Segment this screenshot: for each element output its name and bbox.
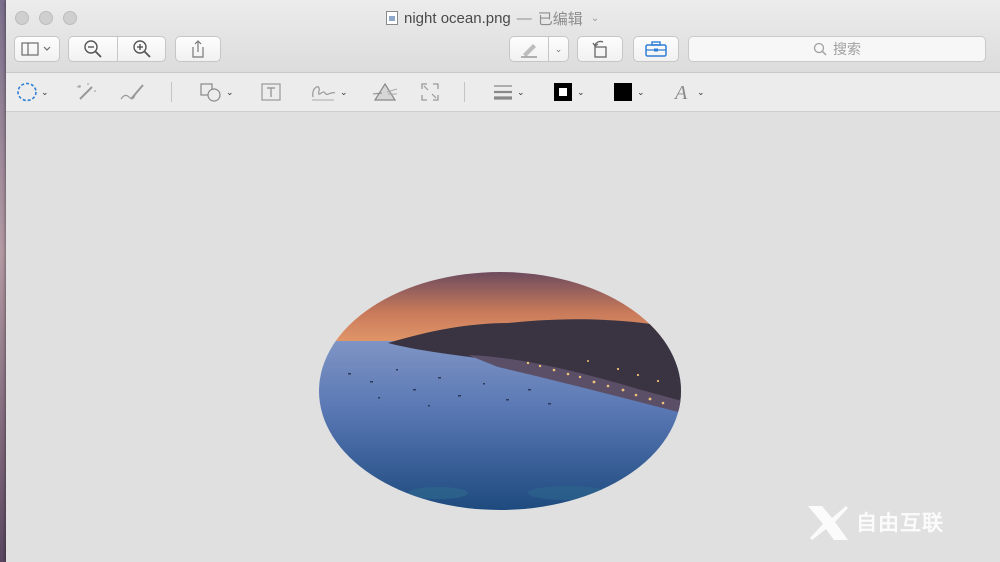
font-icon: A [673, 82, 688, 103]
zoom-in-icon [132, 40, 151, 58]
prism-icon [372, 82, 398, 101]
chevron-down-icon: ⌄ [637, 86, 645, 97]
fill-color-icon [614, 83, 632, 101]
highlight-menu-button[interactable]: ⌄ [549, 36, 569, 62]
zoom-in-button[interactable] [118, 36, 166, 62]
zoom-out-button[interactable] [68, 36, 118, 62]
instant-alpha-tool[interactable] [74, 81, 98, 103]
file-name: night ocean.png [404, 9, 511, 27]
window-title[interactable]: night ocean.png — 已编辑 ⌄ [386, 8, 599, 28]
sidebar-icon [21, 42, 51, 56]
toolbar-divider [464, 82, 465, 102]
watermark-logo-icon [808, 506, 848, 540]
chevron-down-icon: ⌄ [697, 86, 705, 97]
preview-window: night ocean.png — 已编辑 ⌄ ⌄ 搜索 ⌄ ⌄ ⌄ ⌄ ⌄ ⌄… [6, 0, 1000, 562]
search-field[interactable]: 搜索 [688, 36, 986, 62]
sketch-pen-icon [120, 84, 144, 100]
adjust-size-tool[interactable] [419, 81, 441, 103]
shapes-icon [200, 83, 221, 102]
chevron-down-icon: ⌄ [340, 86, 348, 97]
signature-icon [312, 86, 336, 101]
toolbox-icon [645, 41, 667, 57]
zoom-button[interactable] [63, 11, 77, 25]
document-canvas[interactable] [6, 112, 1000, 562]
svg-text:A: A [673, 82, 688, 103]
share-button[interactable] [175, 36, 221, 62]
border-color-icon [554, 83, 572, 101]
shapes-tool[interactable]: ⌄ [199, 81, 234, 103]
night-ocean-image[interactable] [318, 271, 682, 511]
zoom-out-icon [84, 40, 102, 58]
rotate-button[interactable] [577, 36, 623, 62]
chevron-down-icon: ⌄ [554, 43, 563, 54]
selection-tool[interactable]: ⌄ [16, 81, 49, 103]
title-separator: — [516, 9, 532, 27]
search-placeholder: 搜索 [833, 41, 861, 57]
chevron-down-icon: ⌄ [517, 86, 525, 97]
elliptical-selection-icon [17, 82, 37, 102]
border-color-tool[interactable]: ⌄ [552, 81, 585, 103]
text-tool[interactable] [259, 81, 283, 103]
markup-toolbar-button[interactable] [633, 36, 679, 62]
fill-color-tool[interactable]: ⌄ [612, 81, 645, 103]
search-icon [813, 42, 827, 56]
chevron-down-icon: ⌄ [577, 86, 585, 97]
shape-style-tool[interactable]: ⌄ [492, 81, 525, 103]
sketch-tool[interactable] [119, 81, 145, 103]
chevron-down-icon: ⌄ [226, 86, 234, 97]
line-style-icon [494, 85, 512, 100]
minimize-button[interactable] [39, 11, 53, 25]
text-style-tool[interactable]: A ⌄ [672, 81, 705, 103]
watermark: 自由互联 [806, 502, 944, 542]
share-icon [192, 40, 204, 58]
chevron-down-icon: ⌄ [41, 86, 49, 97]
magic-wand-icon [76, 83, 96, 100]
document-icon [386, 11, 398, 25]
text-box-icon [261, 83, 281, 101]
rotate-icon [592, 40, 607, 58]
highlighter-icon [521, 44, 537, 58]
resize-icon [421, 83, 439, 101]
markup-toolbar: ⌄ ⌄ ⌄ ⌄ ⌄ ⌄ A ⌄ [6, 73, 1000, 112]
watermark-text: 自由互联 [856, 512, 944, 535]
edited-status: 已编辑 [537, 10, 583, 28]
sidebar-view-button[interactable] [14, 36, 60, 62]
chevron-down-icon: ⌄ [590, 12, 600, 24]
close-button[interactable] [15, 11, 29, 25]
signature-tool[interactable]: ⌄ [309, 81, 348, 103]
toolbar-divider [171, 82, 172, 102]
adjust-color-tool[interactable] [372, 81, 398, 103]
highlight-button[interactable] [509, 36, 549, 62]
title-toolbar: night ocean.png — 已编辑 ⌄ ⌄ 搜索 [6, 0, 1000, 73]
